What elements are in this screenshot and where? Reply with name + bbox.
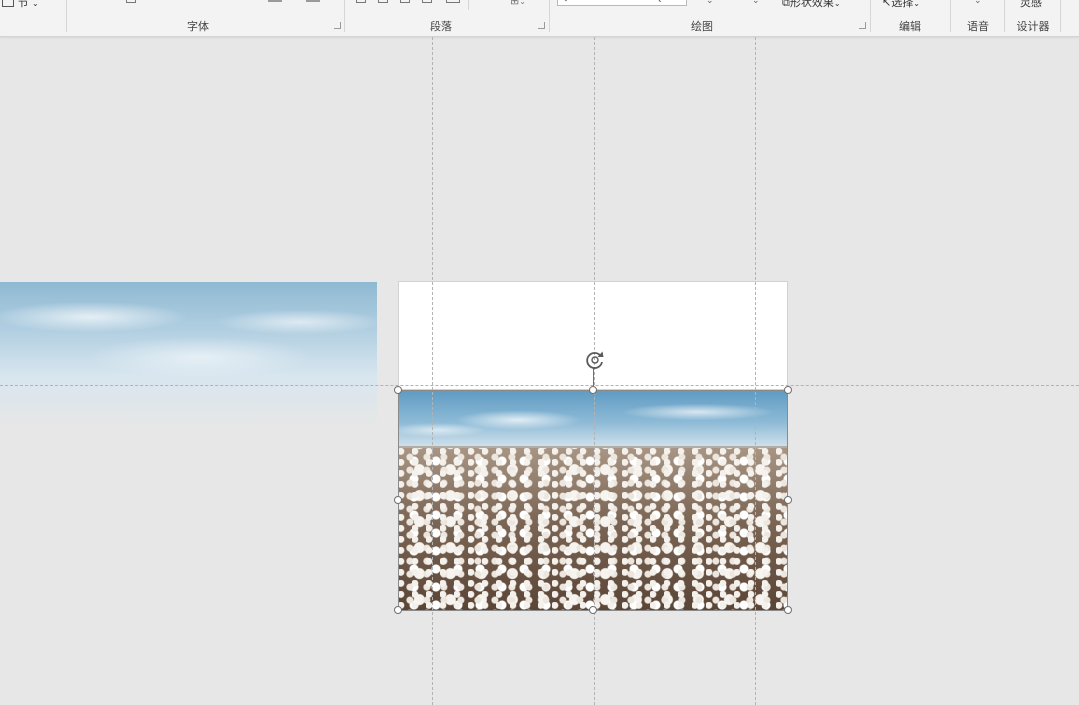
- selection-outline: [398, 390, 788, 611]
- bracket-shape-icon: <: [638, 0, 646, 3]
- section-icon: [2, 0, 14, 7]
- ribbon: 节 ⌄ 字体 ⊞⌄ 段落 ◇ ▭ ↺ ⊤ < { ⌄ ⌄ ⧉形状效果⌄ 绘图 ↖…: [0, 0, 1079, 37]
- resize-handle-top[interactable]: [589, 386, 597, 394]
- diamond-shape-icon: ◇: [562, 0, 570, 3]
- justify-icon[interactable]: [422, 0, 432, 3]
- chevron-down-icon: ⌄: [913, 0, 920, 8]
- align-center-icon[interactable]: [378, 0, 388, 3]
- paragraph-dialog-launcher-icon[interactable]: [538, 22, 545, 29]
- resize-handle-right[interactable]: [784, 496, 792, 504]
- font-tool-icon[interactable]: [148, 0, 158, 3]
- cursor-icon: ↖: [882, 0, 892, 9]
- group-separator: [344, 0, 345, 32]
- font-dialog-launcher-icon[interactable]: [334, 22, 341, 29]
- select-button-label: 选择: [891, 0, 914, 9]
- font-tool-icon[interactable]: [126, 0, 136, 3]
- group-separator: [549, 0, 550, 32]
- align-left-icon[interactable]: [356, 0, 366, 3]
- resize-handle-left[interactable]: [394, 496, 402, 504]
- arrange-dropdown-icon[interactable]: ⌄: [752, 0, 760, 6]
- group-separator: [870, 0, 871, 32]
- dictate-dropdown-icon[interactable]: ⌄: [974, 0, 982, 6]
- group-label-voice: 语音: [967, 20, 989, 33]
- resize-handle-top-left[interactable]: [394, 386, 402, 394]
- resize-handle-top-right[interactable]: [784, 386, 792, 394]
- text-direction-icon[interactable]: ⊞⌄: [510, 0, 526, 7]
- shape-effects-label: 形状效果: [789, 0, 834, 9]
- resize-handle-bottom[interactable]: [589, 606, 597, 614]
- shapes-gallery[interactable]: ◇ ▭ ↺ ⊤ < {: [557, 0, 687, 6]
- group-label-editing: 编辑: [899, 20, 921, 33]
- brace-shape-icon: {: [656, 0, 662, 3]
- text-highlight-icon[interactable]: [268, 0, 282, 2]
- smart-guide-horizontal: [0, 385, 1079, 386]
- group-separator: [950, 0, 951, 32]
- shape-effects-icon: ⧉: [782, 0, 790, 9]
- quick-styles-dropdown-icon[interactable]: ⌄: [706, 0, 714, 6]
- rotate-handle-icon[interactable]: [583, 348, 607, 372]
- section-button-label: 节: [17, 0, 29, 9]
- arrow-shape-icon: ↺: [600, 0, 608, 3]
- sky-image[interactable]: [0, 282, 377, 427]
- design-ideas-button[interactable]: 灵感: [1020, 0, 1042, 10]
- group-separator: [468, 0, 469, 10]
- font-size-icon[interactable]: [188, 0, 206, 3]
- section-button[interactable]: 节 ⌄: [2, 0, 39, 10]
- group-label-drawing: 绘图: [691, 20, 713, 33]
- align-right-icon[interactable]: [400, 0, 410, 3]
- rectangle-shape-icon: ▭: [578, 0, 587, 3]
- group-label-font: 字体: [187, 20, 209, 33]
- group-separator: [1004, 0, 1005, 32]
- resize-handle-bottom-left[interactable]: [394, 606, 402, 614]
- chevron-down-icon: ⌄: [833, 0, 841, 8]
- shape-effects-button[interactable]: ⧉形状效果⌄: [782, 0, 841, 10]
- drawing-dialog-launcher-icon[interactable]: [859, 22, 866, 29]
- chevron-down-icon: ⌄: [32, 0, 39, 8]
- group-separator: [1060, 0, 1061, 32]
- group-separator: [66, 0, 67, 32]
- resize-handle-bottom-right[interactable]: [784, 606, 792, 614]
- line-shape-icon: ⊤: [620, 0, 629, 3]
- group-label-paragraph: 段落: [430, 20, 452, 33]
- font-color-icon[interactable]: [306, 0, 320, 2]
- columns-icon[interactable]: [446, 0, 460, 3]
- group-label-designer: 设计器: [1016, 20, 1050, 33]
- select-button[interactable]: ↖选择⌄: [882, 0, 920, 10]
- slide-editing-canvas[interactable]: [0, 37, 1079, 705]
